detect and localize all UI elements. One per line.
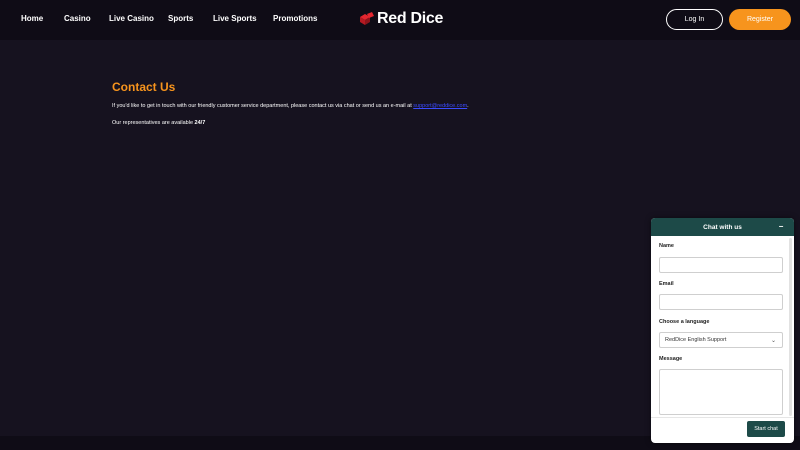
availability-text: Our representatives are available (112, 120, 195, 126)
chat-title: Chat with us (703, 223, 742, 231)
nav-home[interactable]: Home (21, 14, 43, 23)
minimize-icon[interactable]: − (776, 222, 786, 232)
nav-sports[interactable]: Sports (168, 14, 193, 23)
chat-language-value: RedDice English Support (665, 337, 727, 343)
availability-hours: 24/7 (194, 120, 206, 126)
chat-widget: Chat with us − Name Email Choose a langu… (651, 218, 794, 443)
site-logo[interactable]: Red Dice (358, 8, 443, 30)
contact-paragraph: If you'd like to get in touch with our f… (112, 103, 469, 109)
start-chat-button[interactable]: Start chat (747, 421, 785, 437)
chevron-down-icon: ⌄ (770, 338, 776, 344)
nav-casino[interactable]: Casino (64, 14, 91, 23)
nav-live-sports[interactable]: Live Sports (213, 14, 257, 23)
chat-message-label: Message (659, 356, 683, 362)
chat-name-label: Name (659, 243, 674, 249)
login-button[interactable]: Log In (666, 9, 723, 30)
nav-live-casino[interactable]: Live Casino (109, 14, 154, 23)
contact-text: If you'd like to get in touch with our f… (112, 103, 414, 109)
chat-message-textarea[interactable] (659, 369, 783, 415)
chat-language-select[interactable]: RedDice English Support ⌄ (659, 332, 783, 348)
chat-email-input[interactable] (659, 294, 783, 310)
chat-name-input[interactable] (659, 257, 783, 273)
contact-text-end: . (467, 103, 469, 109)
top-header: Home Casino Live Casino Sports Live Spor… (0, 0, 800, 40)
register-button[interactable]: Register (729, 9, 791, 30)
page-title: Contact Us (112, 80, 176, 94)
nav-promotions[interactable]: Promotions (273, 14, 317, 23)
logo-text: Red Dice (377, 10, 444, 27)
chat-language-label: Choose a language (659, 319, 710, 325)
chat-divider (651, 417, 794, 418)
availability-paragraph: Our representatives are available 24/7 (112, 120, 205, 126)
chat-header: Chat with us − (651, 218, 794, 236)
chat-email-label: Email (659, 281, 674, 287)
chat-scrollbar[interactable] (789, 238, 792, 416)
dice-icon (360, 12, 374, 25)
support-email-link[interactable]: support@reddice.com (413, 103, 467, 109)
